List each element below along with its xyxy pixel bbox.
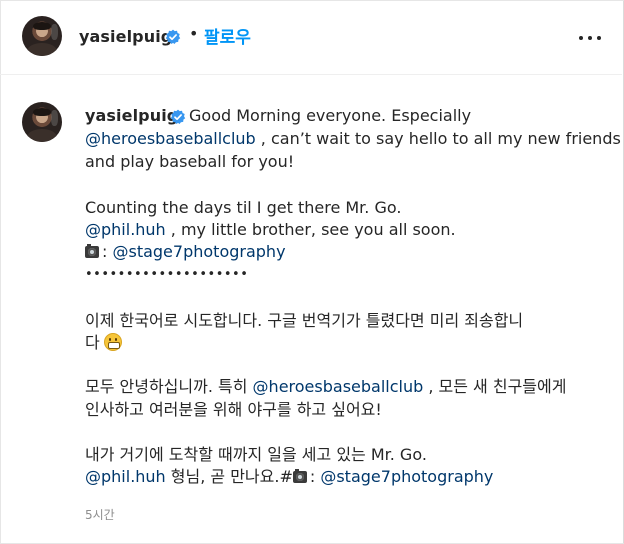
post-header: yasielpuig • 팔로우 bbox=[0, 0, 622, 75]
caption-line-7: •••••••••••••••••••• bbox=[85, 264, 248, 286]
camera-icon bbox=[85, 244, 99, 258]
caption-text: : bbox=[102, 242, 113, 261]
caption-text: 인사하고 여러분을 위해 야구를 하고 싶어요! bbox=[85, 400, 382, 419]
caption-line-9: 다 bbox=[85, 332, 122, 354]
camera-icon bbox=[292, 469, 307, 483]
caption-line-5: @phil.huh , my little brother, see you a… bbox=[85, 219, 456, 241]
header-username[interactable]: yasielpuig bbox=[79, 27, 172, 46]
caption-text: , can’t wait to say hello to all my new … bbox=[255, 129, 621, 148]
grimacing-face-icon bbox=[103, 333, 122, 351]
caption-line-1: Good Morning everyone. Especially bbox=[189, 106, 472, 125]
verified-badge-icon bbox=[165, 29, 181, 44]
caption-text: : bbox=[309, 467, 321, 486]
mention-link[interactable]: @phil.huh bbox=[85, 467, 166, 486]
more-options-icon[interactable] bbox=[578, 28, 602, 48]
caption-line-2: @heroesbaseballclub , can’t wait to say … bbox=[85, 128, 621, 150]
caption-text: Counting the days til I get there Mr. Go… bbox=[85, 198, 402, 217]
mention-link[interactable]: @heroesbaseballclub bbox=[253, 377, 424, 396]
avatar-highlight bbox=[50, 110, 58, 126]
caption-line-6: : @stage7photography bbox=[85, 241, 286, 263]
caption-line-4: Counting the days til I get there Mr. Go… bbox=[85, 197, 401, 219]
caption-text: 형님, 곧 만나요.# bbox=[165, 467, 293, 486]
avatar[interactable] bbox=[22, 16, 62, 56]
follow-button[interactable]: 팔로우 bbox=[204, 23, 251, 48]
post-username[interactable]: yasielpuig bbox=[85, 106, 178, 125]
separator-dot: • bbox=[189, 24, 199, 43]
avatar-hair bbox=[33, 107, 51, 117]
avatar-body bbox=[26, 129, 58, 142]
caption-line-10: 모두 안녕하십니까. 특히 @heroesbaseballclub , 모든 새… bbox=[85, 376, 566, 398]
caption-text: and play baseball for you! bbox=[85, 152, 295, 171]
caption-line-12: 내가 거기에 도착할 때까지 일을 세고 있는 Mr. Go. bbox=[85, 444, 427, 466]
mention-link[interactable]: @heroesbaseballclub bbox=[85, 129, 256, 148]
caption-line-3: and play baseball for you! bbox=[85, 151, 294, 173]
caption-text: , 모든 새 친구들에게 bbox=[423, 377, 567, 396]
mention-link[interactable]: @stage7photography bbox=[112, 242, 285, 261]
post-timestamp[interactable]: 5시간 bbox=[85, 506, 115, 523]
caption-line-11: 인사하고 여러분을 위해 야구를 하고 싶어요! bbox=[85, 399, 382, 421]
caption-text: 다 bbox=[85, 333, 100, 352]
avatar-body bbox=[26, 43, 58, 56]
caption-line-13: @phil.huh 형님, 곧 만나요.#: @stage7photograph… bbox=[85, 466, 493, 488]
caption-text: 모두 안녕하십니까. 특히 bbox=[85, 377, 253, 396]
caption-dots: •••••••••••••••••••• bbox=[85, 267, 249, 282]
mention-link[interactable]: @stage7photography bbox=[320, 467, 493, 486]
avatar-hair bbox=[33, 21, 51, 31]
avatar-highlight bbox=[50, 24, 58, 40]
mention-link[interactable]: @phil.huh bbox=[85, 220, 166, 239]
caption-text: , my little brother, see you all soon. bbox=[165, 220, 456, 239]
post-avatar[interactable] bbox=[22, 102, 62, 142]
caption-line-8: 이제 한국어로 시도합니다. 구글 번역기가 틀렸다면 미리 죄송합니 bbox=[85, 310, 523, 332]
caption-text: 내가 거기에 도착할 때까지 일을 세고 있는 Mr. Go. bbox=[85, 445, 427, 464]
caption-text: 이제 한국어로 시도합니다. 구글 번역기가 틀렸다면 미리 죄송합니 bbox=[85, 311, 524, 330]
verified-badge-icon bbox=[170, 109, 186, 124]
